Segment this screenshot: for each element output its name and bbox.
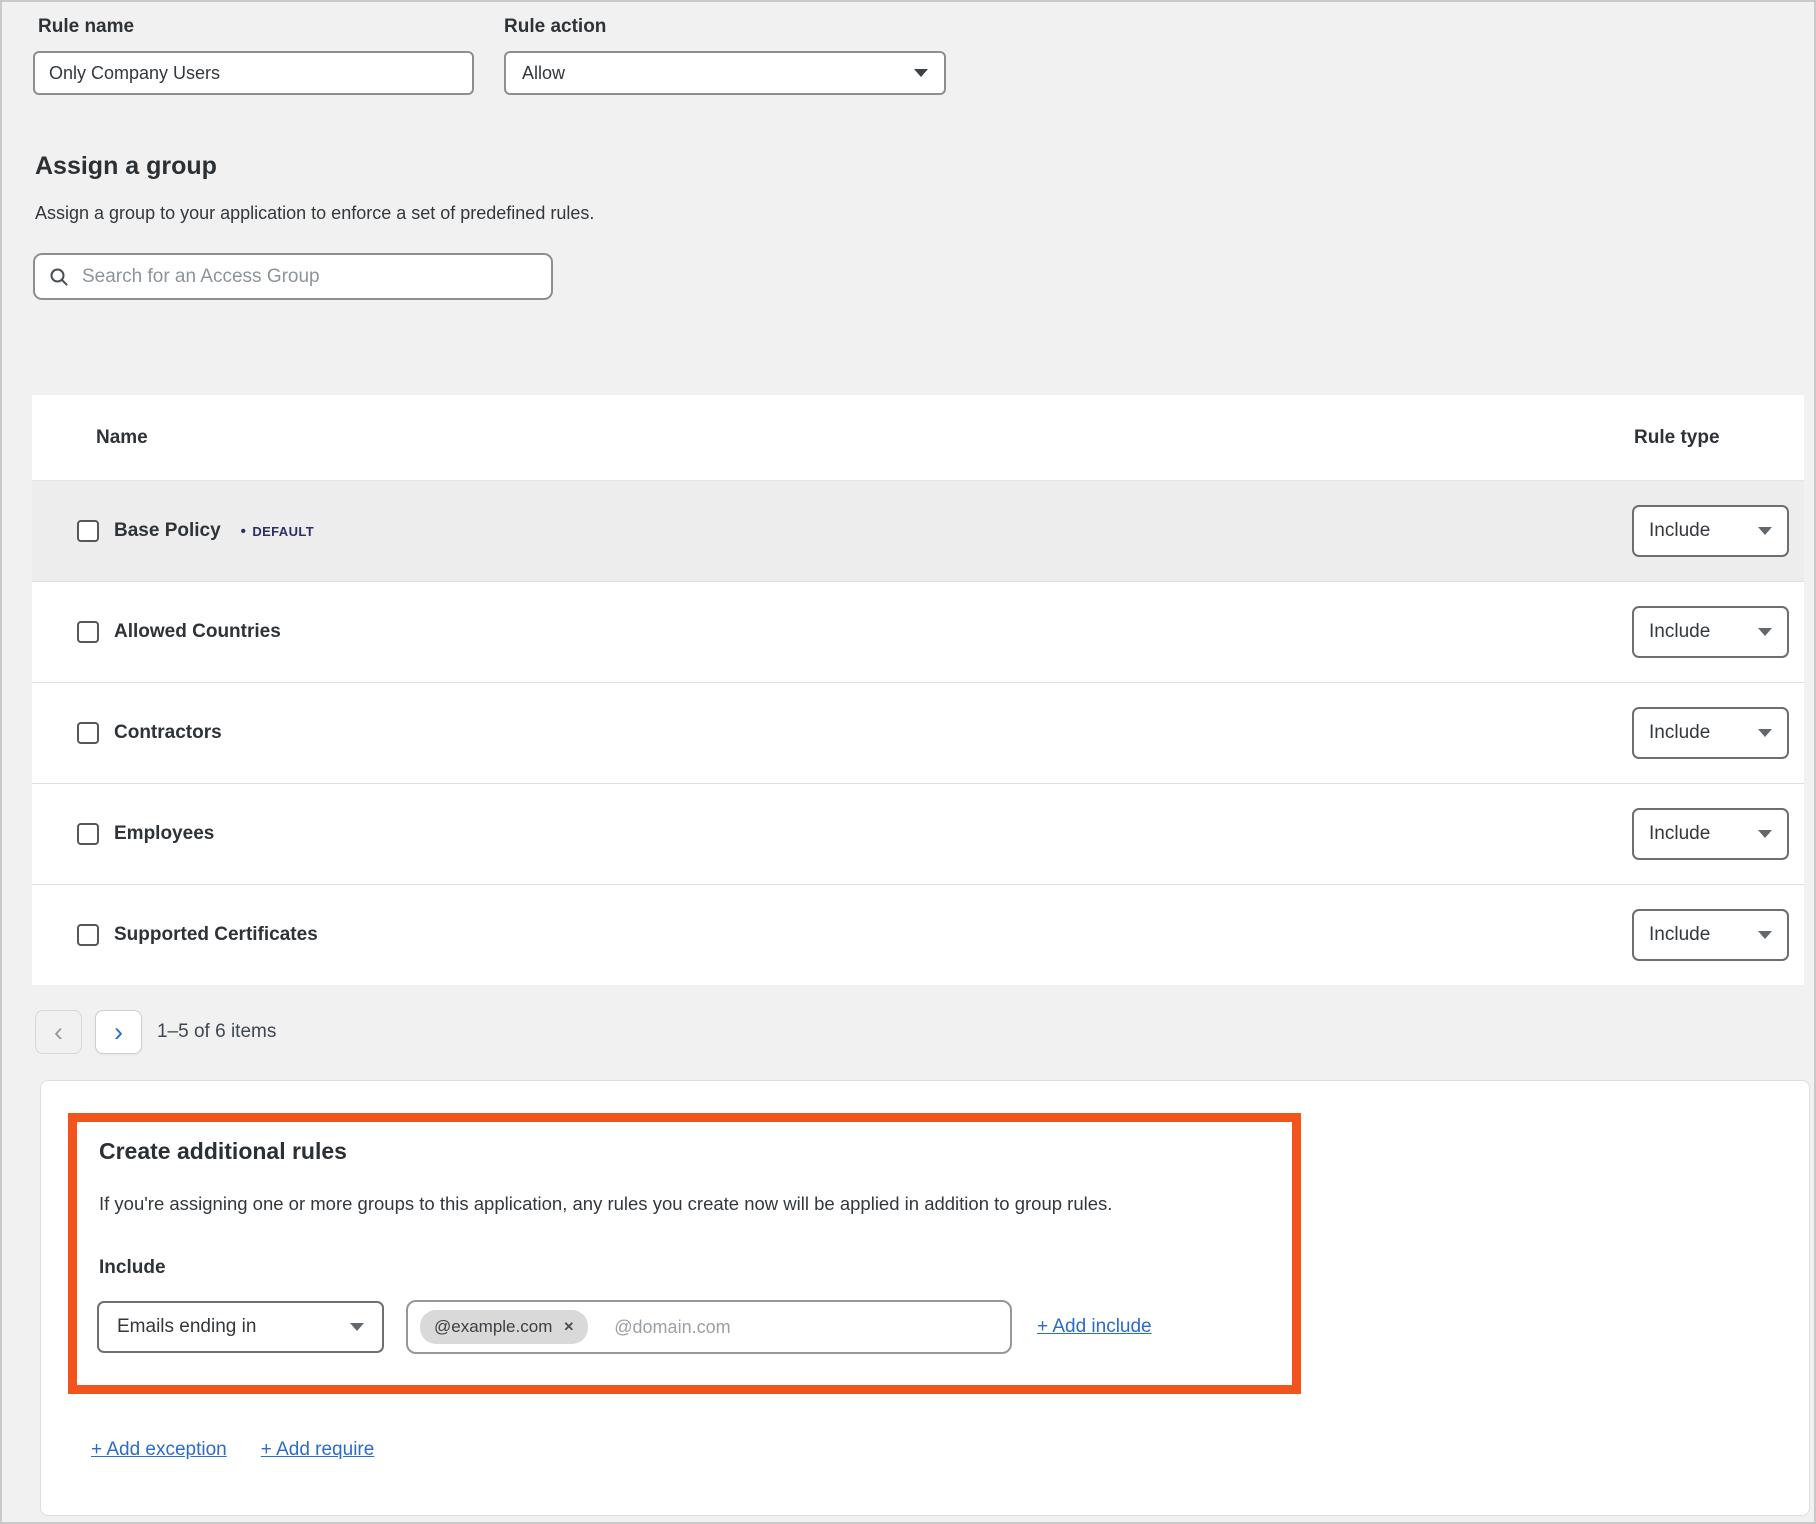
previous-page-button[interactable]: ‹: [35, 1010, 82, 1054]
rule-type-select[interactable]: Include: [1632, 707, 1789, 759]
table-row: Contractors Include: [32, 682, 1804, 783]
rule-criteria-value: Emails ending in: [117, 1316, 256, 1338]
column-header-rule-type: Rule type: [1634, 427, 1720, 449]
add-include-link[interactable]: + Add include: [1037, 1316, 1152, 1338]
default-badge-label: DEFAULT: [252, 524, 314, 539]
rule-name-label: Rule name: [38, 16, 134, 38]
default-badge: • DEFAULT: [241, 524, 314, 539]
rule-type-select[interactable]: Include: [1632, 808, 1789, 860]
access-groups-table: Name Rule type Base Policy • DEFAULT Inc…: [32, 395, 1804, 985]
create-additional-rules-heading: Create additional rules: [99, 1138, 347, 1165]
group-name: Allowed Countries: [114, 621, 281, 643]
row-checkbox[interactable]: [77, 520, 99, 542]
access-rule-page: Rule name Rule action Allow Assign a gro…: [0, 0, 1816, 1524]
rule-name-input[interactable]: [33, 51, 474, 95]
group-name: Base Policy: [114, 520, 221, 542]
rule-type-value: Include: [1649, 823, 1710, 845]
table-row: Base Policy • DEFAULT Include: [32, 480, 1804, 581]
rule-type-value: Include: [1649, 722, 1710, 744]
row-checkbox[interactable]: [77, 924, 99, 946]
chevron-down-icon: [1758, 830, 1772, 838]
include-rule-row: Emails ending in @example.com ✕ + Add in…: [97, 1300, 1152, 1354]
chevron-down-icon: [1758, 628, 1772, 636]
rule-type-select[interactable]: Include: [1632, 606, 1789, 658]
row-checkbox[interactable]: [77, 823, 99, 845]
chevron-down-icon: [914, 69, 928, 77]
chip-label: @example.com: [434, 1317, 552, 1337]
next-page-button[interactable]: ›: [95, 1010, 142, 1054]
rule-action-label: Rule action: [504, 16, 606, 38]
table-row: Supported Certificates Include: [32, 884, 1804, 985]
row-checkbox[interactable]: [77, 621, 99, 643]
email-domain-chip: @example.com ✕: [420, 1310, 588, 1344]
rule-type-value: Include: [1649, 621, 1710, 643]
rule-type-select[interactable]: Include: [1632, 505, 1789, 557]
group-name: Contractors: [114, 722, 222, 744]
add-require-link[interactable]: + Add require: [261, 1439, 375, 1461]
pagination: ‹ › 1–5 of 6 items: [35, 1010, 276, 1054]
group-name: Supported Certificates: [114, 924, 318, 946]
chevron-right-icon: ›: [114, 1019, 123, 1046]
column-header-name: Name: [96, 427, 148, 449]
pagination-label: 1–5 of 6 items: [157, 1021, 276, 1043]
chevron-down-icon: [1758, 729, 1772, 737]
chevron-down-icon: [1758, 931, 1772, 939]
assign-group-description: Assign a group to your application to en…: [35, 203, 594, 224]
access-group-search[interactable]: [33, 253, 553, 300]
chip-remove-icon[interactable]: ✕: [563, 1319, 574, 1335]
rule-type-select[interactable]: Include: [1632, 909, 1789, 961]
add-exception-link[interactable]: + Add exception: [91, 1439, 227, 1461]
rule-criteria-select[interactable]: Emails ending in: [97, 1301, 384, 1353]
table-row: Allowed Countries Include: [32, 581, 1804, 682]
email-domain-tag-input[interactable]: @example.com ✕: [406, 1300, 1012, 1354]
chevron-down-icon: [350, 1323, 364, 1331]
search-icon: [49, 267, 69, 287]
rule-action-value: Allow: [522, 63, 565, 84]
group-name: Employees: [114, 823, 214, 845]
default-badge-bullet-icon: •: [241, 524, 247, 539]
include-label: Include: [99, 1257, 166, 1279]
additional-rules-card: Create additional rules If you're assign…: [40, 1080, 1810, 1516]
email-domain-input[interactable]: [612, 1316, 998, 1339]
row-checkbox[interactable]: [77, 722, 99, 744]
table-header: Name Rule type: [32, 395, 1804, 480]
assign-group-heading: Assign a group: [35, 152, 217, 181]
table-row: Employees Include: [32, 783, 1804, 884]
create-additional-rules-description: If you're assigning one or more groups t…: [99, 1193, 1112, 1215]
rule-type-value: Include: [1649, 924, 1710, 946]
search-input[interactable]: [80, 265, 537, 289]
rule-type-value: Include: [1649, 520, 1710, 542]
chevron-left-icon: ‹: [54, 1019, 63, 1046]
annotation-highlight-box: Create additional rules If you're assign…: [68, 1113, 1301, 1394]
chevron-down-icon: [1758, 527, 1772, 535]
rule-action-select[interactable]: Allow: [504, 51, 946, 95]
rule-footer-links: + Add exception + Add require: [91, 1439, 374, 1461]
